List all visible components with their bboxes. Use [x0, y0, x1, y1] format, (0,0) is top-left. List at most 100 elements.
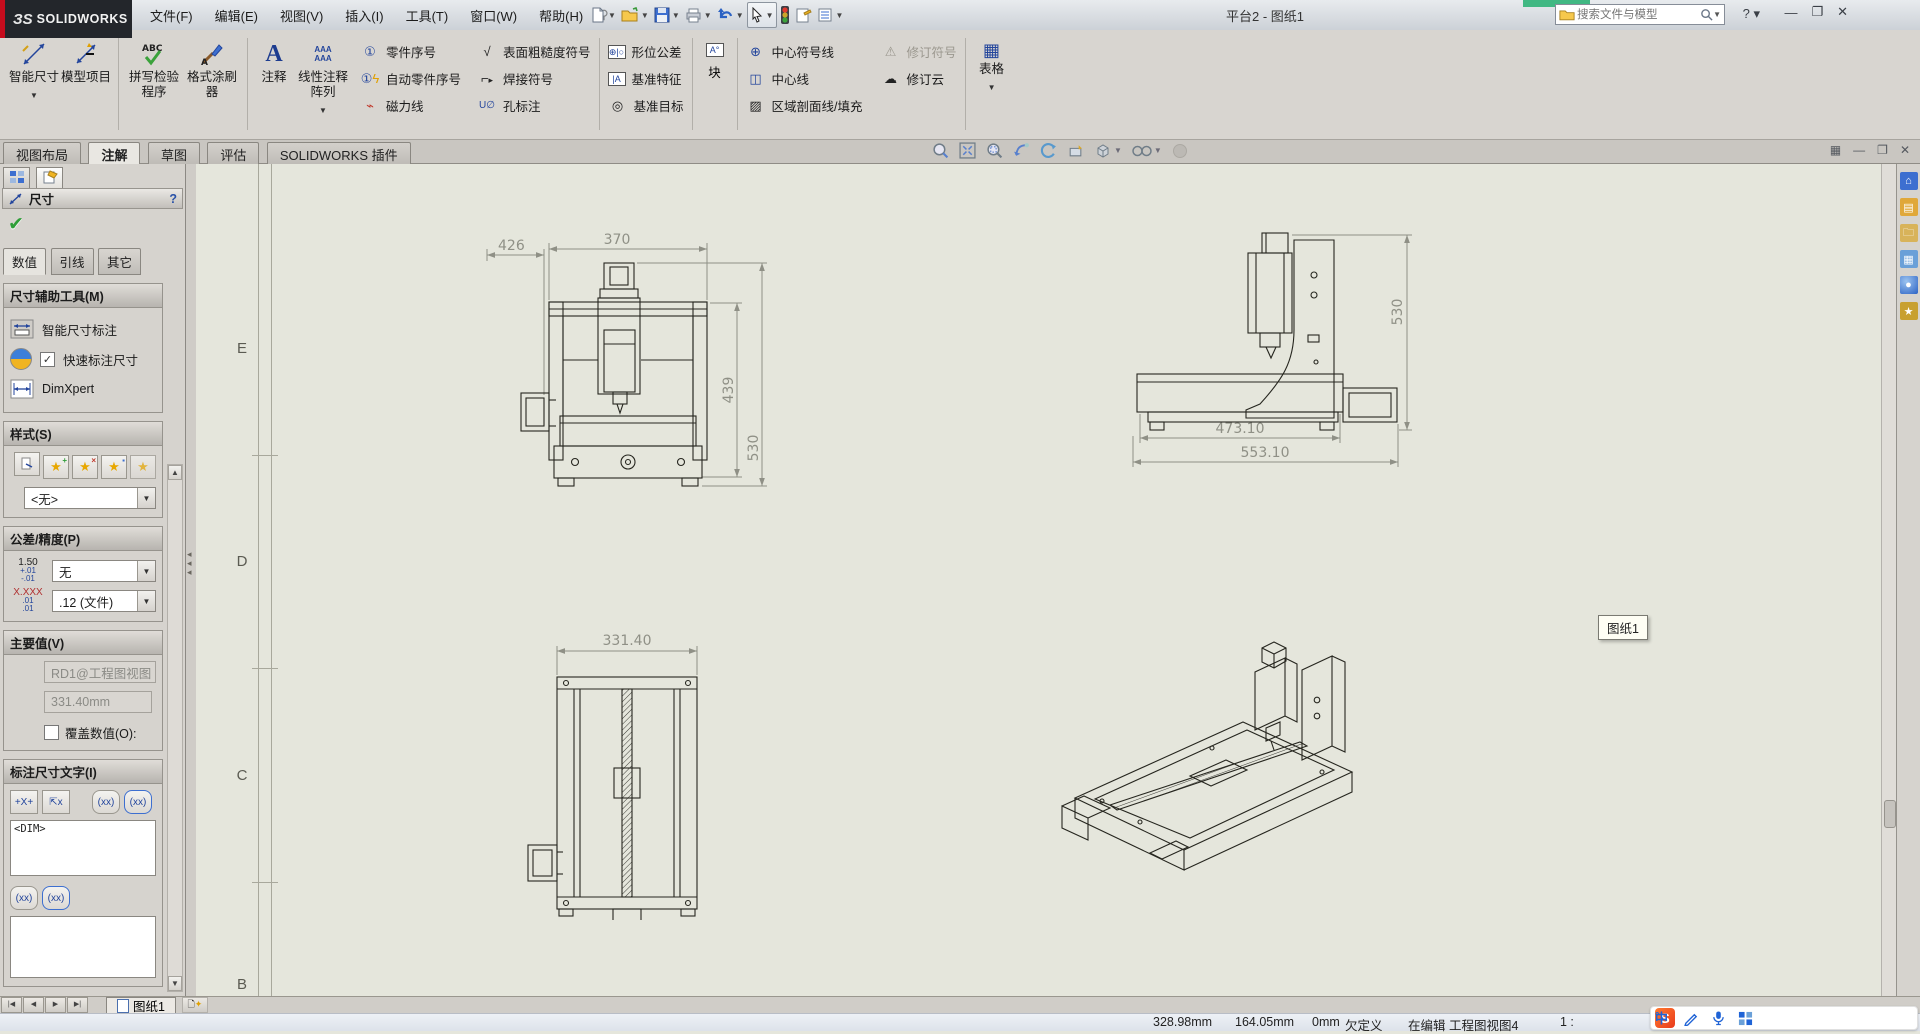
menu-file[interactable]: 文件(F): [140, 2, 203, 29]
style-header[interactable]: 样式(S): [4, 422, 162, 446]
drawing-canvas[interactable]: E D C B 426 370 439 530 473.10 553.10 53…: [196, 164, 1881, 996]
design-library-icon[interactable]: ▤: [1899, 198, 1918, 216]
restore-button[interactable]: ❐: [1811, 4, 1823, 20]
area-hatch-button[interactable]: ▨ 区域剖面线/填充: [746, 92, 862, 119]
search-icon[interactable]: [1700, 8, 1713, 21]
surface-finish-button[interactable]: √ 表面粗糙度符号: [477, 38, 590, 65]
centerline-button[interactable]: ◫ 中心线: [746, 65, 863, 92]
menu-window[interactable]: 窗口(W): [460, 2, 527, 29]
datum-feature-button[interactable]: |A 基准特征: [607, 65, 684, 92]
precision-select-arrow-icon[interactable]: ▼: [137, 591, 155, 611]
quick-dimension-item[interactable]: ✓ 快速标注尺寸: [10, 344, 156, 374]
auto-balloon-button[interactable]: ①ϟ 自动零件序号: [360, 65, 461, 92]
search-scope-icon[interactable]: [1559, 8, 1575, 21]
add-sheet-button[interactable]: 🗋✦: [181, 997, 208, 1013]
dim-473[interactable]: 473.10: [1216, 421, 1265, 437]
style-select[interactable]: <无> ▼: [24, 487, 156, 509]
datum-target-button[interactable]: ◎ 基准目标: [608, 92, 684, 119]
last-sheet-button[interactable]: ▶|: [67, 997, 88, 1013]
custom-properties-icon[interactable]: ★: [1899, 302, 1918, 320]
delete-style-button[interactable]: ★ ×: [72, 455, 98, 479]
note-button[interactable]: A 注释: [254, 38, 294, 85]
menu-view[interactable]: 视图(V): [270, 2, 333, 29]
menu-edit[interactable]: 编辑(E): [205, 2, 268, 29]
zoom-in-out-icon[interactable]: [932, 142, 949, 159]
dim-530-front[interactable]: 530: [746, 435, 762, 462]
doc-menu-icon[interactable]: ▦: [1830, 143, 1841, 157]
view-orientation-cube-icon[interactable]: ▼: [1094, 142, 1122, 159]
dimension-assist-header[interactable]: 尺寸辅助工具(M): [4, 284, 162, 308]
search-input[interactable]: [1575, 7, 1701, 22]
splitter-grip-icon[interactable]: ◂ ◂ ◂: [187, 550, 192, 577]
tolerance-type-select[interactable]: 无 ▼: [52, 560, 156, 582]
model-items-button[interactable]: 模型项目: [60, 38, 112, 85]
feature-manager-tab[interactable]: [3, 167, 30, 188]
dim-text-leader-button[interactable]: ⇱x: [42, 790, 70, 814]
gtol-button[interactable]: ⊕|○ 形位公差: [607, 38, 684, 65]
apply-default-style-button[interactable]: [14, 452, 40, 476]
select-tool-button[interactable]: ▼: [746, 2, 777, 28]
dim-530-side[interactable]: 530: [1390, 299, 1406, 326]
search-dropdown-icon[interactable]: ▼: [1713, 10, 1721, 19]
panel-scroll-down-icon[interactable]: ▼: [168, 976, 182, 991]
doc-minimize-icon[interactable]: —: [1853, 143, 1865, 157]
save-button[interactable]: ▼: [652, 3, 682, 27]
tolerance-select-arrow-icon[interactable]: ▼: [137, 561, 155, 581]
add-style-button[interactable]: ★ +: [43, 455, 69, 479]
drawing-view-isometric[interactable]: [1040, 640, 1390, 930]
dim-xx-button-2[interactable]: (xx): [42, 886, 70, 910]
dim-331[interactable]: 331.40: [603, 633, 652, 649]
file-explorer-icon[interactable]: 🗀: [1899, 224, 1918, 242]
ime-pencil-icon[interactable]: [1684, 1011, 1699, 1026]
menu-insert[interactable]: 插入(I): [335, 2, 393, 29]
balloon-button[interactable]: ① 零件序号: [360, 38, 461, 65]
first-sheet-button[interactable]: |◀: [1, 997, 22, 1013]
zoom-area-icon[interactable]: [986, 142, 1003, 159]
options-button[interactable]: ▼: [815, 3, 846, 27]
dim-553[interactable]: 553.10: [1241, 445, 1290, 461]
table-button[interactable]: ▦ 表格 ▼: [972, 38, 1012, 95]
block-button[interactable]: A°: [701, 38, 729, 62]
format-painter-button[interactable]: A 格式涂刷器: [183, 38, 241, 100]
primary-value-header[interactable]: 主要值(V): [4, 631, 162, 655]
smart-dimensioning-item[interactable]: 智能尺寸标注: [10, 314, 156, 344]
spell-checker-button[interactable]: ABC 拼写检验程序: [125, 38, 183, 100]
dimxpert-item[interactable]: DimXpert: [10, 374, 156, 404]
close-button[interactable]: ✕: [1837, 4, 1848, 20]
dim-439[interactable]: 439: [721, 377, 737, 404]
panel-help-icon[interactable]: ?: [169, 192, 177, 206]
quick-dimension-checkbox[interactable]: ✓: [40, 351, 55, 367]
print-button[interactable]: ▼: [683, 3, 714, 27]
save-style-button[interactable]: ★ ▪: [101, 455, 127, 479]
load-style-button[interactable]: ★: [130, 455, 156, 479]
prev-sheet-button[interactable]: ◀: [23, 997, 44, 1013]
ok-check-button[interactable]: ✔: [8, 213, 185, 236]
linear-note-pattern-button[interactable]: AAA AAA 线性注释阵列 ▼: [294, 38, 352, 118]
revision-cloud-button[interactable]: ☁ 修订云: [881, 65, 957, 92]
open-document-button[interactable]: ▼: [619, 3, 651, 27]
tolerance-header[interactable]: 公差/精度(P): [4, 527, 162, 551]
view-palette-icon[interactable]: ▦: [1899, 250, 1918, 268]
menu-help[interactable]: 帮助(H): [529, 2, 593, 29]
minimize-button[interactable]: —: [1784, 5, 1797, 20]
drawing-view-front[interactable]: 426 370 439 530: [480, 225, 780, 500]
file-properties-button[interactable]: [793, 3, 814, 27]
hole-callout-button[interactable]: U∅ 孔标注: [477, 92, 591, 119]
dim-text-position-button[interactable]: +X+: [10, 790, 38, 814]
override-value-checkbox[interactable]: [44, 725, 59, 740]
help-button[interactable]: ? ▾: [1743, 6, 1760, 22]
rebuild-button[interactable]: [778, 3, 792, 27]
doc-close-icon[interactable]: ✕: [1900, 143, 1910, 157]
center-mark-button[interactable]: ⊕ 中心符号线: [746, 38, 863, 65]
magnetic-line-button[interactable]: ⌁ 磁力线: [360, 92, 461, 119]
override-value-row[interactable]: 覆盖数值(O):: [44, 723, 156, 742]
search-box[interactable]: ▼: [1555, 4, 1725, 25]
panel-scroll-up-icon[interactable]: ▲: [168, 465, 182, 480]
panel-tab-other[interactable]: 其它: [98, 248, 142, 275]
rotate-view-icon[interactable]: [1040, 142, 1057, 159]
previous-view-icon[interactable]: [1013, 142, 1030, 159]
ime-mic-icon[interactable]: [1712, 1010, 1725, 1026]
inspection-dimension-button[interactable]: (xx): [124, 790, 152, 814]
panel-tab-value[interactable]: 数值: [3, 248, 47, 275]
undo-button[interactable]: ▼: [715, 3, 746, 27]
